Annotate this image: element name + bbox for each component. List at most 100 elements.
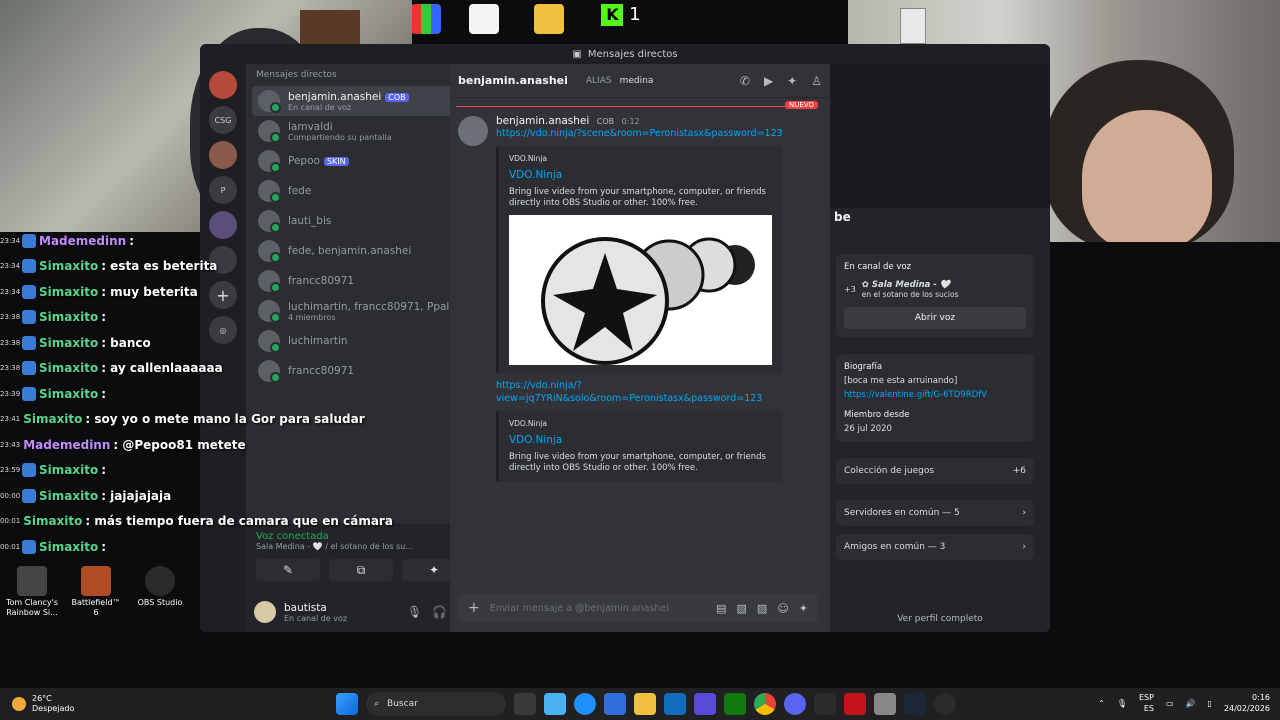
desktop-icon-rainbow-six[interactable]: Tom Clancy's Rainbow Si...	[4, 566, 60, 618]
voice-location[interactable]: Sala Medina - 🤍 / el sotano de los su...	[256, 542, 466, 551]
bio-link[interactable]: https://valentine.gift/G-6TD9RDfV	[844, 390, 1026, 400]
volume-icon[interactable]: 🔊	[1186, 699, 1196, 708]
mic-tray-icon[interactable]: 🎙	[1117, 699, 1127, 708]
overlay-time: 23:34	[0, 236, 21, 245]
screen-share-button[interactable]: ⧉	[329, 559, 393, 581]
friends-common-label: Amigos en común — 3	[844, 542, 946, 552]
friends-common-row[interactable]: Amigos en común — 3 ›	[836, 534, 1034, 560]
embed-image[interactable]	[509, 215, 772, 365]
overlay-chat-line: 00:00 Simaxito: jajajajaja	[0, 483, 240, 509]
desktop-icon-driver[interactable]	[408, 4, 444, 48]
xbox-icon[interactable]	[724, 693, 746, 715]
sun-icon	[12, 697, 26, 711]
start-icon[interactable]	[336, 693, 358, 715]
desktop-icon-file[interactable]	[466, 4, 502, 48]
pin-icon[interactable]: ✦	[787, 74, 797, 88]
view-full-profile-link[interactable]: Ver perfil completo	[830, 614, 1050, 624]
overlay-chat-line: 23:34 Mademedinn:	[0, 228, 240, 254]
server-icon[interactable]: CSG	[209, 106, 237, 134]
headphones-icon[interactable]: 🎧	[432, 605, 447, 619]
avatar	[258, 360, 281, 383]
discord-icon[interactable]	[784, 693, 806, 715]
overlay-message: : ay callenlaaaaaa	[101, 361, 223, 376]
overlay-username: Simaxito	[23, 412, 83, 427]
clock[interactable]: 0:16 24/02/2026	[1224, 692, 1270, 714]
attach-icon[interactable]: +	[468, 600, 480, 616]
edge-icon[interactable]	[574, 693, 596, 715]
search-box[interactable]: ⌕ Buscar	[366, 692, 506, 716]
add-friend-icon[interactable]: ♙	[811, 74, 822, 88]
settings-icon[interactable]	[874, 693, 896, 715]
avatar[interactable]	[254, 601, 276, 623]
desktop-icon-obs[interactable]: OBS Studio	[132, 566, 188, 608]
copilot-icon[interactable]	[544, 693, 566, 715]
apps-icon[interactable]: ✦	[799, 602, 808, 615]
desktop-icon-battlefield[interactable]: Battlefield™ 6	[68, 566, 124, 618]
message-input[interactable]: + Enviar mensaje a @benjamin.anashei ▤ ▧…	[458, 594, 818, 622]
dm-item[interactable]: francc80971	[252, 266, 470, 296]
dm-item[interactable]: lauti_bis	[252, 206, 470, 236]
search-label: Buscar	[387, 699, 418, 709]
message-link[interactable]: https://vdo.ninja/?view=jq7YRiN&solo&roo…	[496, 379, 818, 405]
voice-status: Voz conectada	[256, 531, 329, 542]
outlook-icon[interactable]	[664, 693, 686, 715]
bio-label: Biografía	[844, 362, 883, 372]
video-icon[interactable]: ▶	[764, 74, 773, 88]
message-placeholder: Enviar mensaje a @benjamin.anashei	[489, 602, 669, 614]
dm-item[interactable]: francc80971	[252, 356, 470, 386]
open-voice-button[interactable]: Abrir voz	[844, 307, 1026, 329]
store-icon[interactable]	[604, 693, 626, 715]
avatar	[258, 210, 281, 233]
gif-icon[interactable]: ▧	[737, 602, 747, 615]
emoji-icon[interactable]: ☺	[777, 602, 788, 615]
message-link[interactable]: https://vdo.ninja/?scene&room=Peronistas…	[496, 127, 818, 140]
steam-icon[interactable]	[904, 693, 926, 715]
server-icon[interactable]	[209, 71, 237, 99]
sticker-icon[interactable]: ▨	[757, 602, 767, 615]
desktop-icon-kick[interactable]: K 1	[596, 4, 646, 48]
video-off-button[interactable]: ✎	[256, 559, 320, 581]
overlay-chat-line: 23:39 Simaxito:	[0, 381, 240, 407]
dm-item[interactable]: luchimartin	[252, 326, 470, 356]
chat-recipient: benjamin.anashei	[458, 74, 568, 87]
dm-item[interactable]: fede	[252, 176, 470, 206]
chevron-right-icon: ›	[1022, 508, 1026, 518]
avatar	[258, 90, 281, 113]
overlay-time: 00:01	[0, 542, 21, 551]
dm-item[interactable]: benjamin.anashei COB En canal de voz	[252, 86, 470, 116]
overlay-username: Mademedinn	[23, 437, 111, 452]
server-icon[interactable]	[209, 141, 237, 169]
overlay-chat-line: 23:43 Mademedinn: @Pepoo81 metete	[0, 432, 246, 458]
call-icon[interactable]: ✆	[740, 74, 750, 88]
chevron-up-icon[interactable]: ⌃	[1098, 699, 1105, 708]
app-icon[interactable]	[694, 693, 716, 715]
dm-item[interactable]: Pepoo SKIN	[252, 146, 470, 176]
embed-title[interactable]: VDO.Ninja	[509, 434, 772, 446]
overlay-message: : esta es beterita	[101, 259, 218, 274]
chrome-icon[interactable]	[754, 693, 776, 715]
embed-title[interactable]: VDO.Ninja	[509, 169, 772, 181]
microphone-icon[interactable]: 🎙	[407, 605, 422, 619]
app-icon[interactable]	[844, 693, 866, 715]
servers-common-row[interactable]: Servidores en común — 5 ›	[836, 500, 1034, 526]
gift-icon[interactable]: ▤	[716, 602, 726, 615]
dm-item[interactable]: fede, benjamin.anashei	[252, 236, 470, 266]
desktop-icon-folder[interactable]	[524, 4, 574, 48]
games-label: Colección de juegos	[844, 466, 935, 476]
avatar[interactable]	[458, 116, 488, 146]
message-author[interactable]: benjamin.anashei	[496, 115, 589, 127]
weather-widget[interactable]: 26°C Despejado	[12, 694, 74, 714]
games-card[interactable]: Colección de juegos +6	[836, 458, 1034, 484]
battery-icon[interactable]: ▯	[1207, 699, 1211, 708]
overlay-time: 23:38	[0, 364, 21, 373]
task-view-icon[interactable]	[514, 693, 536, 715]
explorer-icon[interactable]	[634, 693, 656, 715]
app-icon[interactable]	[814, 693, 836, 715]
obs-taskbar-icon[interactable]	[934, 693, 956, 715]
taskbar: 26°C Despejado ⌕ Buscar ⌃ 🎙 ESP ES ▭ 🔊 ▯…	[0, 688, 1280, 720]
network-icon[interactable]: ▭	[1166, 699, 1174, 708]
dm-item[interactable]: lamvaldi Compartiendo su pantalla	[252, 116, 470, 146]
server-icon[interactable]: P	[209, 176, 237, 204]
language-indicator[interactable]: ESP ES	[1139, 692, 1154, 714]
dm-item[interactable]: luchimartin, francc80971, Ppal... 4 miemb…	[252, 296, 470, 326]
